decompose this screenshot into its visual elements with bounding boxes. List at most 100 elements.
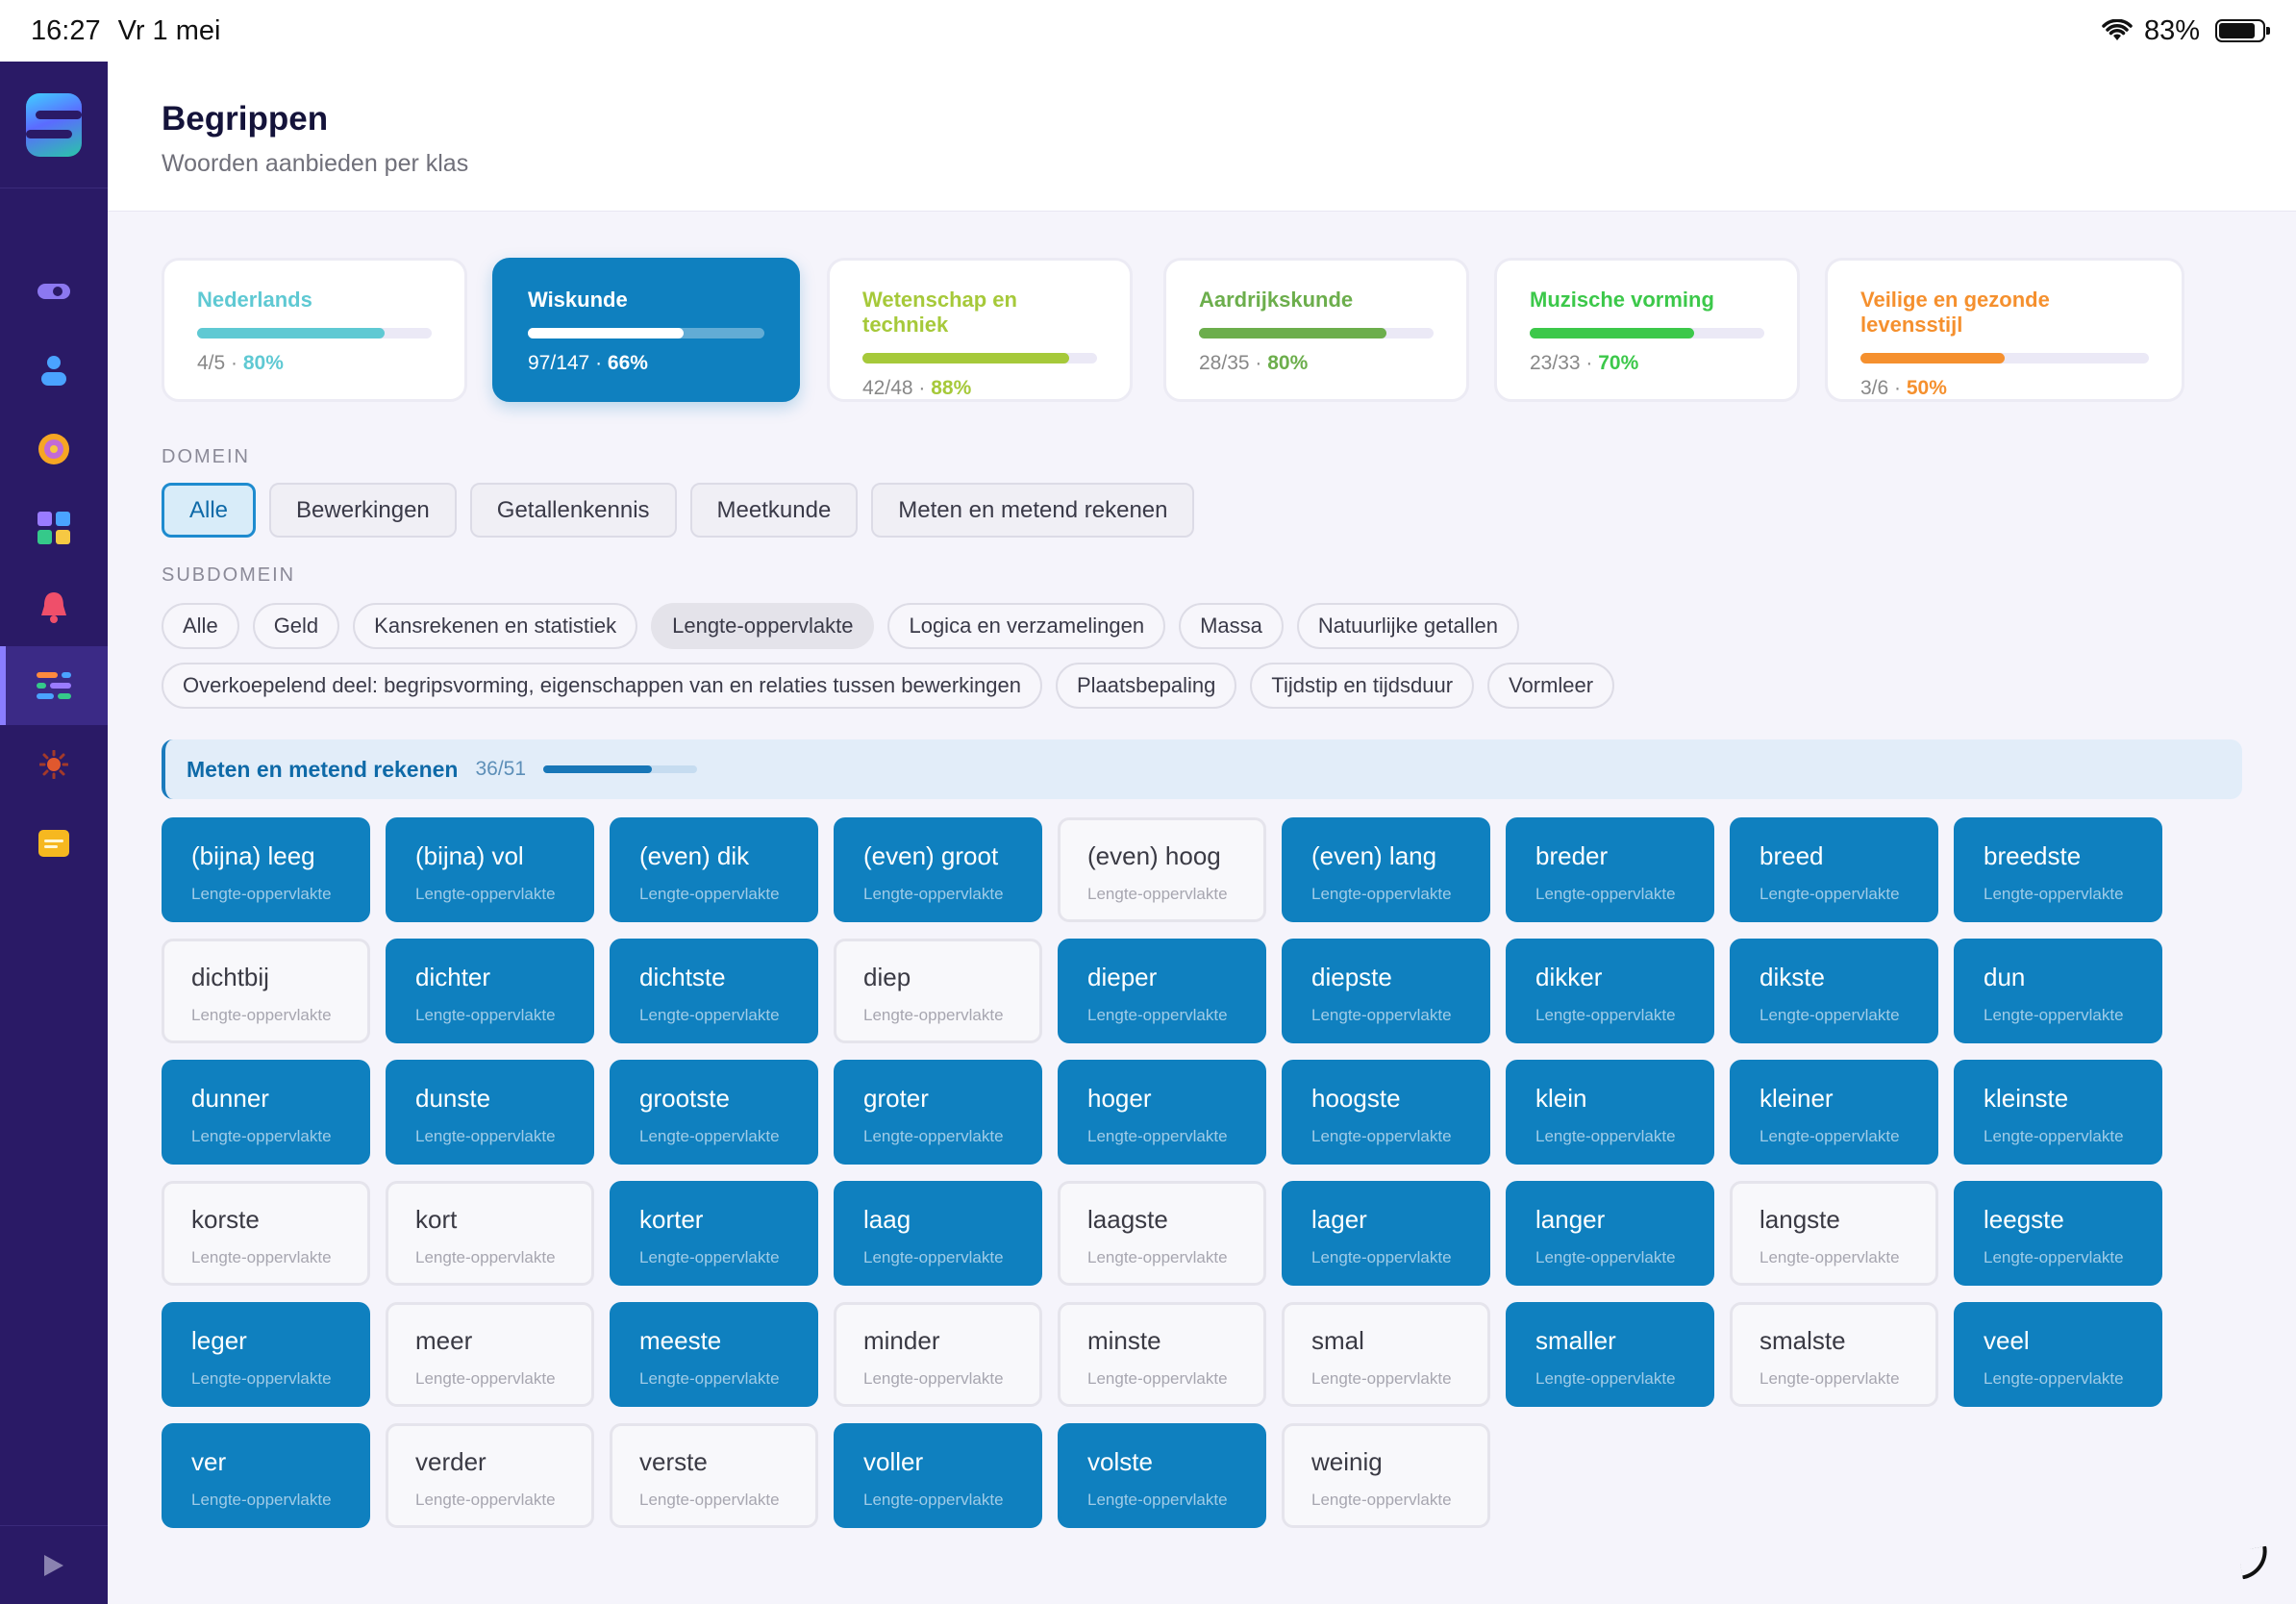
domein-chip[interactable]: Bewerkingen (269, 483, 457, 538)
word-tile[interactable]: hoger Lengte-oppervlakte (1058, 1060, 1266, 1165)
word-tile[interactable]: kleiner Lengte-oppervlakte (1730, 1060, 1938, 1165)
word-label: breedste (1984, 841, 2082, 870)
word-tile[interactable]: diepste Lengte-oppervlakte (1282, 939, 1490, 1043)
word-tile[interactable]: dikker Lengte-oppervlakte (1506, 939, 1714, 1043)
word-tile[interactable]: laagste Lengte-oppervlakte (1058, 1181, 1266, 1286)
word-tile[interactable]: langer Lengte-oppervlakte (1506, 1181, 1714, 1286)
subject-percentage: 88% (931, 377, 972, 399)
subject-count: 28/35 (1199, 352, 1250, 374)
sidebar-item-users[interactable] (0, 331, 108, 410)
word-tile[interactable]: langste Lengte-oppervlakte (1730, 1181, 1938, 1286)
subdomein-pill[interactable]: Natuurlijke getallen (1296, 603, 1519, 649)
word-label: dikker (1535, 963, 1603, 991)
word-tile[interactable]: kort Lengte-oppervlakte (386, 1181, 594, 1286)
word-tile[interactable]: (even) groot Lengte-oppervlakte (834, 817, 1042, 922)
word-tile[interactable]: leger Lengte-oppervlakte (162, 1302, 370, 1407)
subdomein-pill[interactable]: Massa (1179, 603, 1284, 649)
word-tile[interactable]: korter Lengte-oppervlakte (610, 1181, 818, 1286)
word-tile[interactable]: minste Lengte-oppervlakte (1058, 1302, 1266, 1407)
word-tile[interactable]: (bijna) vol Lengte-oppervlakte (386, 817, 594, 922)
word-tile[interactable]: verder Lengte-oppervlakte (386, 1423, 594, 1528)
word-tile[interactable]: verste Lengte-oppervlakte (610, 1423, 818, 1528)
word-tile[interactable]: dunner Lengte-oppervlakte (162, 1060, 370, 1165)
word-tile[interactable]: smal Lengte-oppervlakte (1282, 1302, 1490, 1407)
subdomein-pill[interactable]: Lengte-oppervlakte (651, 603, 875, 649)
word-tile[interactable]: (even) hoog Lengte-oppervlakte (1058, 817, 1266, 922)
subject-card[interactable]: Wetenschap en techniek 42/48 · 88% (827, 258, 1133, 402)
sidebar-expand-button[interactable] (0, 1525, 108, 1604)
word-tile[interactable]: smaller Lengte-oppervlakte (1506, 1302, 1714, 1407)
sidebar-item-grid[interactable] (0, 489, 108, 567)
word-tile[interactable]: klein Lengte-oppervlakte (1506, 1060, 1714, 1165)
word-tile[interactable]: diep Lengte-oppervlakte (834, 939, 1042, 1043)
subdomein-pill[interactable]: Kansrekenen en statistiek (353, 603, 638, 649)
word-subdomain: Lengte-oppervlakte (863, 1491, 1004, 1509)
word-tile[interactable]: weinig Lengte-oppervlakte (1282, 1423, 1490, 1528)
subject-card[interactable]: Aardrijkskunde 28/35 · 80% (1163, 258, 1469, 402)
domein-chip[interactable]: Meetkunde (689, 483, 859, 538)
word-tile[interactable]: korste Lengte-oppervlakte (162, 1181, 370, 1286)
word-tile[interactable]: volste Lengte-oppervlakte (1058, 1423, 1266, 1528)
group-title: Meten en metend rekenen (187, 756, 459, 782)
word-tile[interactable]: (even) lang Lengte-oppervlakte (1282, 817, 1490, 922)
word-tile[interactable]: minder Lengte-oppervlakte (834, 1302, 1042, 1407)
word-tile[interactable]: leegste Lengte-oppervlakte (1954, 1181, 2162, 1286)
sidebar-item-notifications[interactable] (0, 567, 108, 646)
word-label: dun (1984, 963, 2026, 991)
word-tile[interactable]: laag Lengte-oppervlakte (834, 1181, 1042, 1286)
word-label: (bijna) leeg (191, 841, 315, 870)
word-label: diepste (1311, 963, 1392, 991)
word-tile[interactable]: groter Lengte-oppervlakte (834, 1060, 1042, 1165)
word-subdomain: Lengte-oppervlakte (1535, 1248, 1676, 1266)
sidebar-item-settings[interactable] (0, 725, 108, 804)
subject-card[interactable]: Veilige en gezonde levensstijl 3/6 · 50% (1825, 258, 2184, 402)
sidebar-item-toggle[interactable] (0, 252, 108, 331)
word-tile[interactable]: lager Lengte-oppervlakte (1282, 1181, 1490, 1286)
domein-chip[interactable]: Alle (162, 483, 257, 538)
word-tile[interactable]: dikste Lengte-oppervlakte (1730, 939, 1938, 1043)
sidebar-item-begrippen[interactable] (0, 646, 108, 725)
subdomein-pill[interactable]: Geld (252, 603, 340, 649)
subject-card[interactable]: Wiskunde 97/147 · 66% (492, 258, 800, 402)
domein-chip[interactable]: Getallenkennis (469, 483, 677, 538)
word-tile[interactable]: dunste Lengte-oppervlakte (386, 1060, 594, 1165)
group-header[interactable]: Meten en metend rekenen 36/51 (162, 739, 2242, 799)
word-tile[interactable]: dichtbij Lengte-oppervlakte (162, 939, 370, 1043)
word-tile[interactable]: dun Lengte-oppervlakte (1954, 939, 2162, 1043)
subject-card[interactable]: Nederlands 4/5 · 80% (162, 258, 467, 402)
word-tile[interactable]: (bijna) leeg Lengte-oppervlakte (162, 817, 370, 922)
play-icon (44, 1554, 63, 1576)
word-tile[interactable]: veel Lengte-oppervlakte (1954, 1302, 2162, 1407)
subject-card[interactable]: Muzische vorming 23/33 · 70% (1494, 258, 1800, 402)
word-tile[interactable]: voller Lengte-oppervlakte (834, 1423, 1042, 1528)
word-tile[interactable]: ver Lengte-oppervlakte (162, 1423, 370, 1528)
app-logo[interactable] (0, 62, 108, 188)
word-tile[interactable]: smalste Lengte-oppervlakte (1730, 1302, 1938, 1407)
word-tile[interactable]: kleinste Lengte-oppervlakte (1954, 1060, 2162, 1165)
word-tile[interactable]: breedste Lengte-oppervlakte (1954, 817, 2162, 922)
subdomein-pill[interactable]: Plaatsbepaling (1056, 663, 1237, 709)
domein-chip[interactable]: Meten en metend rekenen (871, 483, 1195, 538)
word-tile[interactable]: hoogste Lengte-oppervlakte (1282, 1060, 1490, 1165)
sidebar-item-target[interactable] (0, 410, 108, 489)
word-tile[interactable]: dichtste Lengte-oppervlakte (610, 939, 818, 1043)
word-tile[interactable]: dichter Lengte-oppervlakte (386, 939, 594, 1043)
word-tile[interactable]: grootste Lengte-oppervlakte (610, 1060, 818, 1165)
subdomein-pill[interactable]: Overkoepelend deel: begripsvorming, eige… (162, 663, 1042, 709)
subdomein-pill[interactable]: Tijdstip en tijdsduur (1250, 663, 1475, 709)
subject-percentage: 50% (1906, 377, 1947, 399)
word-tile[interactable]: breder Lengte-oppervlakte (1506, 817, 1714, 922)
word-tile[interactable]: meer Lengte-oppervlakte (386, 1302, 594, 1407)
subject-stat: 23/33 · 70% (1530, 352, 1764, 375)
sidebar-item-cards[interactable] (0, 804, 108, 883)
subdomein-pill[interactable]: Alle (162, 603, 239, 649)
subdomein-pill[interactable]: Vormleer (1487, 663, 1615, 709)
word-tile[interactable]: meeste Lengte-oppervlakte (610, 1302, 818, 1407)
word-label: (even) lang (1311, 841, 1437, 870)
word-tile[interactable]: dieper Lengte-oppervlakte (1058, 939, 1266, 1043)
subdomein-pill[interactable]: Logica en verzamelingen (887, 603, 1166, 649)
word-tile[interactable]: (even) dik Lengte-oppervlakte (610, 817, 818, 922)
word-tile[interactable]: breed Lengte-oppervlakte (1730, 817, 1938, 922)
word-label: leegste (1984, 1205, 2064, 1234)
word-subdomain: Lengte-oppervlakte (1311, 1248, 1452, 1266)
